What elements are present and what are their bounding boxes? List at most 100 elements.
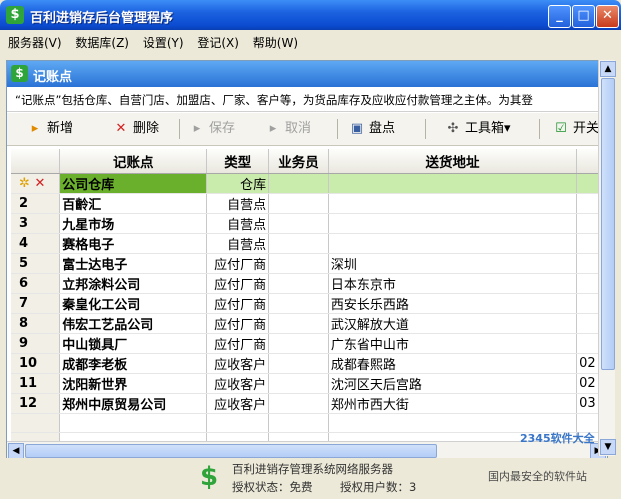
account-name-cell[interactable]: 富士达电子 xyxy=(59,253,208,274)
row-number[interactable]: ✲ ✕ xyxy=(11,173,61,194)
column-header[interactable]: 记账点 xyxy=(59,149,208,174)
open-toggle[interactable]: ☑ 开关 xyxy=(553,113,599,145)
clerk-cell[interactable] xyxy=(268,333,329,354)
row-number[interactable]: 5 xyxy=(11,253,61,274)
address-cell[interactable]: 成都春熙路 xyxy=(328,353,578,374)
row-number[interactable]: 6 xyxy=(11,273,61,294)
scroll-thumb[interactable] xyxy=(25,444,437,458)
address-cell[interactable]: 广东省中山市 xyxy=(328,333,578,354)
address-cell[interactable]: 西安长乐西路 xyxy=(328,293,578,314)
type-cell[interactable]: 自营点 xyxy=(206,233,270,254)
horizontal-scrollbar[interactable]: ◀ ▶ xyxy=(7,441,607,459)
table-row[interactable]: 5 富士达电子 应付厂商 深圳 xyxy=(11,253,607,274)
table-row[interactable]: ✲ ✕ 公司仓库 仓库 xyxy=(11,173,607,194)
type-cell[interactable]: 仓库 xyxy=(206,173,270,194)
clerk-cell[interactable] xyxy=(268,173,329,194)
account-name-cell[interactable]: 沈阳新世界 xyxy=(59,373,208,394)
vertical-scrollbar[interactable]: ▲ ▼ xyxy=(598,60,616,456)
delete-button[interactable]: ✕ 删除 xyxy=(113,113,159,145)
address-cell[interactable]: 郑州市西大街 xyxy=(328,393,578,414)
row-number[interactable]: 8 xyxy=(11,313,61,334)
row-number[interactable]: 12 xyxy=(11,393,61,414)
table-row[interactable]: 9 中山锁具厂 应付厂商 广东省中山市 xyxy=(11,333,607,354)
scroll-thumb[interactable] xyxy=(601,78,615,370)
address-cell[interactable]: 武汉解放大道 xyxy=(328,313,578,334)
type-cell[interactable]: 自营点 xyxy=(206,213,270,234)
add-button[interactable]: ▸ 新增 xyxy=(27,113,73,145)
type-cell[interactable]: 应付厂商 xyxy=(206,313,270,334)
table-row[interactable]: 12 郑州中原贸易公司 应收客户 郑州市西大街 03 xyxy=(11,393,607,414)
menu-register[interactable]: 登记(X) xyxy=(197,30,239,56)
row-number[interactable]: 9 xyxy=(11,333,61,354)
table-row[interactable]: 8 伟宏工艺品公司 应付厂商 武汉解放大道 xyxy=(11,313,607,334)
clerk-cell[interactable] xyxy=(268,253,329,274)
table-row[interactable]: 3 九星市场 自营点 xyxy=(11,213,607,234)
clerk-cell[interactable] xyxy=(268,373,329,394)
account-name-cell[interactable]: 公司仓库 xyxy=(59,173,208,194)
table-row[interactable]: 2 百齡汇 自营点 xyxy=(11,193,607,214)
table-row[interactable]: 4 赛格电子 自营点 xyxy=(11,233,607,254)
menu-help[interactable]: 帮助(W) xyxy=(253,30,298,56)
clerk-cell[interactable] xyxy=(268,233,329,254)
scroll-down-icon[interactable]: ▼ xyxy=(600,439,616,455)
account-name-cell[interactable]: 成都李老板 xyxy=(59,353,208,374)
type-cell[interactable]: 应收客户 xyxy=(206,393,270,414)
menu-settings[interactable]: 设置(Y) xyxy=(143,30,184,56)
menu-server[interactable]: 服务器(V) xyxy=(8,30,62,56)
account-name-cell[interactable]: 九星市场 xyxy=(59,213,208,234)
type-cell[interactable]: 应付厂商 xyxy=(206,253,270,274)
address-cell[interactable] xyxy=(328,213,578,234)
row-number[interactable]: 7 xyxy=(11,293,61,314)
clerk-cell[interactable] xyxy=(268,393,329,414)
maximize-button[interactable]: □ xyxy=(572,5,595,28)
column-header[interactable]: 送货地址 xyxy=(328,149,578,174)
cancel-button[interactable]: ▸ 取消 xyxy=(265,113,311,145)
empty-cell xyxy=(11,413,61,433)
row-number[interactable]: 3 xyxy=(11,213,61,234)
clerk-cell[interactable] xyxy=(268,193,329,214)
toolbox-dropdown[interactable]: ✣ 工具箱▾ xyxy=(445,113,511,145)
minimize-button[interactable]: _ xyxy=(548,5,571,28)
account-name-cell[interactable]: 秦皇化工公司 xyxy=(59,293,208,314)
type-cell[interactable]: 应收客户 xyxy=(206,353,270,374)
clerk-cell[interactable] xyxy=(268,273,329,294)
row-number[interactable]: 4 xyxy=(11,233,61,254)
menu-database[interactable]: 数据库(Z) xyxy=(75,30,129,56)
delete-row-icon[interactable]: ✕ xyxy=(34,176,45,191)
close-button[interactable]: ✕ xyxy=(596,5,619,28)
row-number[interactable]: 11 xyxy=(11,373,61,394)
save-button[interactable]: ▸ 保存 xyxy=(189,113,235,145)
clerk-cell[interactable] xyxy=(268,313,329,334)
account-name-cell[interactable]: 中山锁具厂 xyxy=(59,333,208,354)
inventory-button[interactable]: ▣ 盘点 xyxy=(349,113,395,145)
table-row[interactable]: 6 立邦涂料公司 应付厂商 日本东京市 xyxy=(11,273,607,294)
account-name-cell[interactable]: 郑州中原贸易公司 xyxy=(59,393,208,414)
type-cell[interactable]: 应收客户 xyxy=(206,373,270,394)
address-cell[interactable]: 日本东京市 xyxy=(328,273,578,294)
account-name-cell[interactable]: 赛格电子 xyxy=(59,233,208,254)
row-number[interactable]: 10 xyxy=(11,353,61,374)
column-header[interactable]: 类型 xyxy=(206,149,270,174)
clerk-cell[interactable] xyxy=(268,353,329,374)
table-row[interactable]: 10 成都李老板 应收客户 成都春熙路 02 xyxy=(11,353,607,374)
clerk-cell[interactable] xyxy=(268,213,329,234)
table-row[interactable]: 7 秦皇化工公司 应付厂商 西安长乐西路 xyxy=(11,293,607,314)
address-cell[interactable]: 深圳 xyxy=(328,253,578,274)
type-cell[interactable]: 应付厂商 xyxy=(206,293,270,314)
row-number[interactable]: 2 xyxy=(11,193,61,214)
address-cell[interactable] xyxy=(328,173,578,194)
scroll-left-icon[interactable]: ◀ xyxy=(8,443,24,459)
type-cell[interactable]: 应付厂商 xyxy=(206,273,270,294)
column-header[interactable]: 业务员 xyxy=(268,149,329,174)
address-cell[interactable] xyxy=(328,193,578,214)
account-name-cell[interactable]: 立邦涂料公司 xyxy=(59,273,208,294)
table-row[interactable]: 11 沈阳新世界 应收客户 沈河区天后宫路 02 xyxy=(11,373,607,394)
clerk-cell[interactable] xyxy=(268,293,329,314)
type-cell[interactable]: 自营点 xyxy=(206,193,270,214)
type-cell[interactable]: 应付厂商 xyxy=(206,333,270,354)
address-cell[interactable]: 沈河区天后宫路 xyxy=(328,373,578,394)
address-cell[interactable] xyxy=(328,233,578,254)
account-name-cell[interactable]: 百齡汇 xyxy=(59,193,208,214)
account-name-cell[interactable]: 伟宏工艺品公司 xyxy=(59,313,208,334)
scroll-up-icon[interactable]: ▲ xyxy=(600,61,616,77)
